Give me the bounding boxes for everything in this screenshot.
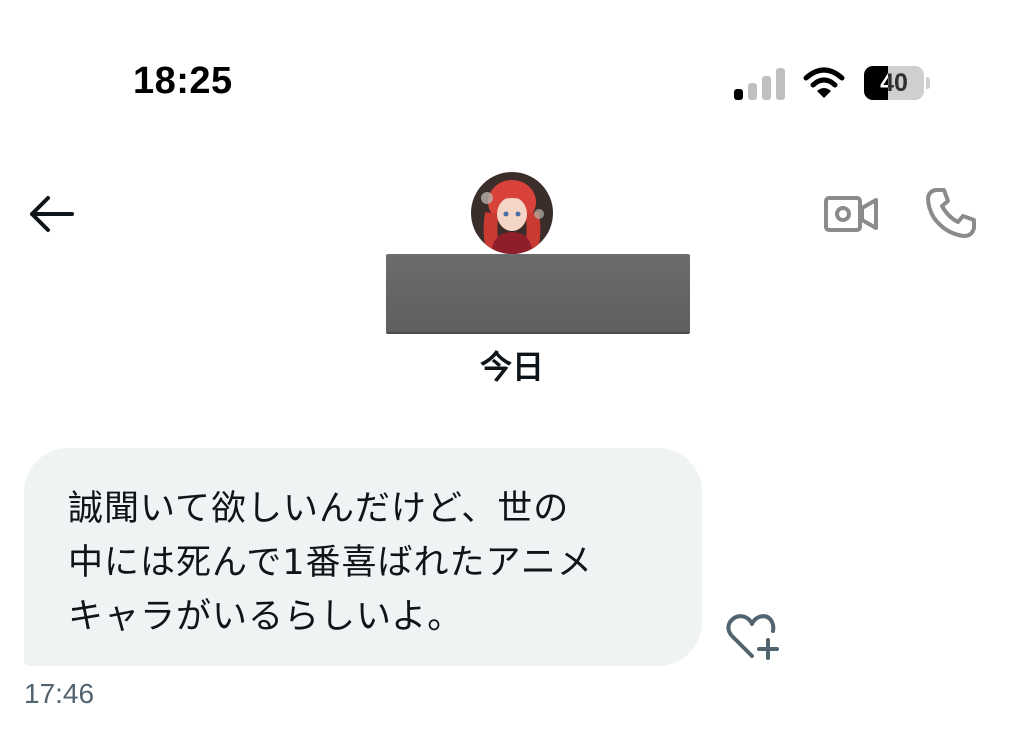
message-bubble[interactable]: 誠聞いて欲しいんだけど、世の 中には死んで1番喜ばれたアニメ キャラがいるらしい…: [24, 448, 702, 666]
battery-percent: 40: [880, 69, 908, 97]
signal-bar: [748, 83, 757, 100]
signal-bar: [762, 76, 771, 100]
video-camera-icon: [824, 196, 878, 232]
status-time: 18:25: [133, 60, 233, 102]
cellular-signal-icon: [734, 68, 786, 100]
arrow-left-icon: [30, 196, 74, 232]
message-timestamp: 17:46: [24, 678, 95, 709]
signal-bar: [734, 89, 743, 100]
heart-plus-icon: [726, 614, 779, 660]
message-text: 誠聞いて欲しいんだけど、世の 中には死んで1番喜ばれたアニメ キャラがいるらしい…: [68, 489, 593, 637]
battery-body: 40: [864, 66, 924, 100]
signal-bar: [776, 68, 785, 100]
wifi-icon: [803, 66, 845, 100]
status-bar: 18:25 40: [0, 0, 1024, 140]
video-call-button[interactable]: [822, 190, 880, 238]
contact-avatar[interactable]: [471, 172, 553, 254]
contact-name-redacted: [386, 254, 690, 332]
phone-icon: [926, 188, 976, 238]
back-button[interactable]: [24, 190, 80, 238]
battery-cap: [926, 77, 930, 89]
add-reaction-button[interactable]: [724, 612, 782, 662]
date-divider: 今日: [479, 348, 544, 386]
battery-icon: 40: [864, 66, 930, 100]
phone-call-button[interactable]: [922, 184, 980, 242]
